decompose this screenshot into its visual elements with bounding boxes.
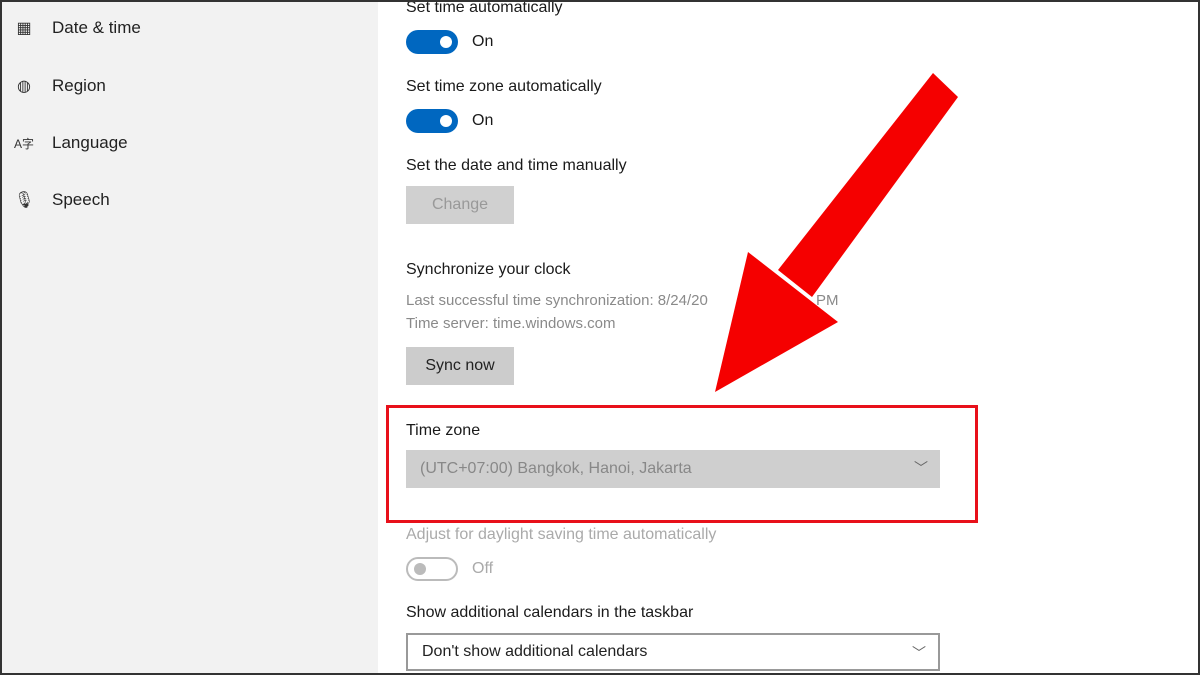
annotation-arrow-icon [715, 73, 958, 392]
arrow-shaft [778, 73, 958, 297]
